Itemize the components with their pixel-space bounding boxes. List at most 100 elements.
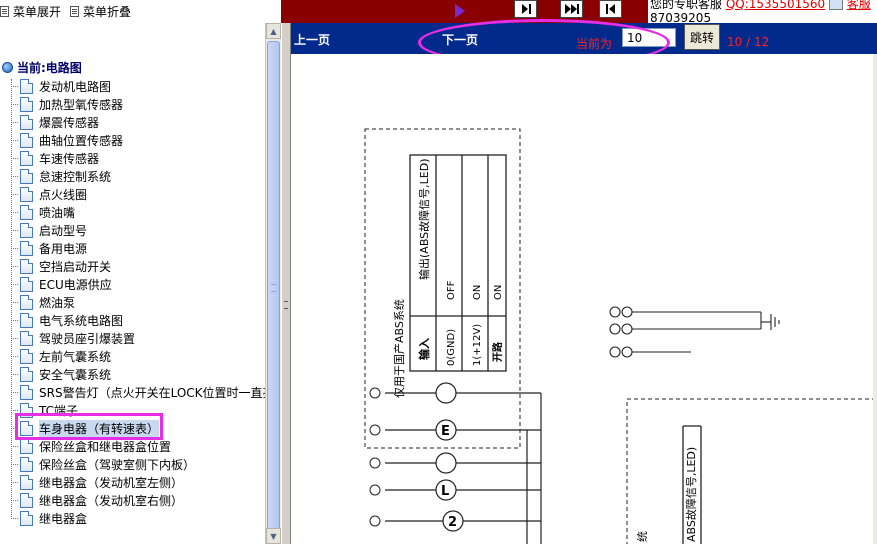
sidebar-item[interactable]: 车速传感器 — [11, 149, 99, 167]
globe-icon — [2, 62, 13, 73]
sidebar-item-label: 车速传感器 — [39, 151, 100, 166]
sidebar-item-label: 驾驶员座引爆装置 — [39, 331, 136, 346]
dashed-box-abs-2 — [626, 398, 877, 547]
sidebar-item[interactable]: 继电器盒（发动机室右侧） — [11, 491, 183, 509]
page-icon — [20, 240, 33, 256]
tree-connector — [11, 373, 18, 375]
expand-menu-button[interactable]: 菜单展开 — [0, 3, 61, 20]
page-icon — [20, 276, 33, 292]
qq-link[interactable]: QQ:1535501560 — [726, 0, 825, 11]
sidebar-item-label: 左前气囊系统 — [39, 349, 112, 364]
scroll-down-button[interactable]: ▼ — [266, 528, 281, 544]
table-header-output: 输出(ABS故障信号,LED) — [417, 159, 431, 281]
page-icon — [20, 474, 33, 490]
scroll-thumb[interactable] — [267, 41, 280, 536]
tree-connector — [11, 463, 18, 465]
jump-button[interactable]: 跳转 — [684, 24, 720, 50]
page-icon — [20, 384, 33, 400]
page-icon — [20, 132, 33, 148]
page-icon — [20, 186, 33, 202]
tree-connector — [11, 121, 18, 123]
sidebar-item[interactable]: 左前气囊系统 — [11, 347, 111, 365]
sidebar-item[interactable]: 发动机电路图 — [11, 77, 111, 95]
table-header-input: 输入 — [417, 338, 431, 360]
tree-root-label: 当前:电路图 — [17, 61, 82, 75]
sidebar-item[interactable]: 电气系统电路图 — [11, 311, 123, 329]
tree-connector — [11, 157, 18, 159]
page-icon — [20, 114, 33, 130]
tree-connector — [11, 517, 18, 519]
abs-box2-tail: 统 — [636, 531, 649, 542]
sidebar-item[interactable]: 怠速控制系统 — [11, 167, 111, 185]
tree-connector — [11, 481, 18, 483]
rewind-button[interactable] — [599, 0, 622, 18]
pane-splitter[interactable] — [281, 23, 291, 544]
sidebar-item[interactable]: 空挡启动开关 — [11, 257, 111, 275]
page-icon — [20, 294, 33, 310]
sidebar-item[interactable]: 加热型氧传感器 — [11, 95, 123, 113]
tree-connector — [11, 391, 18, 393]
page-icon — [20, 150, 33, 166]
play-indicator-icon — [455, 4, 465, 18]
sidebar-item[interactable]: 曲轴位置传感器 — [11, 131, 123, 149]
table-row3-output: ON — [493, 285, 504, 300]
sidebar-item-label: 继电器盒 — [39, 511, 88, 526]
sidebar-item[interactable]: 备用电源 — [11, 239, 87, 257]
sidebar-item-label: 继电器盒（发动机室右侧） — [39, 493, 184, 508]
tree-connector — [11, 319, 18, 321]
next-frame-button[interactable] — [514, 0, 537, 18]
sidebar-item[interactable]: 启动型号 — [11, 221, 87, 239]
tree-connector — [11, 247, 18, 249]
sidebar-item[interactable]: 驾驶员座引爆装置 — [11, 329, 135, 347]
sidebar-item[interactable]: SRS警告灯（点火开关在LOCK位置时一直亮 — [11, 383, 265, 401]
sidebar-scrollbar[interactable]: ▲ ▼ — [265, 23, 282, 544]
tree-connector — [11, 301, 18, 303]
viewer-scrollbar[interactable] — [873, 54, 877, 544]
sidebar-item-label: 保险丝盒和继电器盒位置 — [39, 439, 172, 454]
tree-connector — [11, 355, 18, 357]
highlight-annotation — [15, 413, 163, 440]
collapse-menu-button[interactable]: 菜单折叠 — [70, 3, 131, 20]
service-link[interactable]: 客服 — [847, 0, 871, 11]
tree-connector — [11, 139, 18, 141]
tree-connector — [11, 265, 18, 267]
sidebar-item[interactable]: 继电器盒 — [11, 509, 87, 527]
page-icon — [20, 204, 33, 220]
sidebar-item[interactable]: 喷油嘴 — [11, 203, 75, 221]
splitter-grip-icon — [284, 301, 288, 309]
page-icon — [20, 96, 33, 112]
sidebar-item[interactable]: 继电器盒（发动机室左侧） — [11, 473, 183, 491]
sidebar-item[interactable]: 保险丝盒（驾驶室侧下内板） — [11, 455, 195, 473]
table-row1-input: 0(GND) — [446, 329, 457, 366]
sidebar-tree: 当前:电路图 发动机电路图 加热型氧传感器 爆震传感器曲轴位置传感器 车速传感器怠速控… — [0, 23, 265, 544]
page-icon — [20, 78, 33, 94]
scroll-up-button[interactable]: ▲ — [266, 23, 281, 39]
sidebar-item-label: 发动机电路图 — [39, 79, 112, 94]
sidebar-item-label: SRS警告灯（点火开关在LOCK位置时一直亮 — [39, 385, 265, 400]
sidebar-item[interactable]: 爆震传感器 — [11, 113, 99, 131]
sidebar-item[interactable]: ECU电源供应 — [11, 275, 112, 293]
tree-connector — [11, 229, 18, 231]
sidebar-item-label: 曲轴位置传感器 — [39, 133, 124, 148]
sidebar-item-label: 电气系统电路图 — [39, 313, 124, 328]
page-icon — [20, 348, 33, 364]
tree-root[interactable]: 当前:电路图 — [2, 59, 82, 76]
symbol-l: L — [441, 484, 449, 499]
sidebar-item-label: 继电器盒（发动机室左侧） — [39, 475, 184, 490]
page-icon — [20, 330, 33, 346]
sidebar-item[interactable]: 安全气囊系统 — [11, 365, 111, 383]
sidebar-item[interactable]: 燃油泵 — [11, 293, 75, 311]
fast-forward-button[interactable] — [560, 0, 583, 18]
tree-connector — [11, 283, 18, 285]
prev-page-link[interactable]: 上一页 — [294, 31, 330, 48]
rewind-icon — [605, 4, 615, 14]
expand-menu-label: 菜单展开 — [13, 5, 62, 19]
sidebar-item[interactable]: 点火线圈 — [11, 185, 87, 203]
sidebar-item-label: 怠速控制系统 — [39, 169, 112, 184]
page-icon — [20, 258, 33, 274]
chat-icon — [828, 0, 843, 10]
tree-connector — [11, 193, 18, 195]
symbol-e: E — [441, 424, 450, 439]
circuit-diagram: 仅用于国产ABS系统 输出(ABS故障信号,LED) 输入 OFF 0(GND)… — [364, 128, 877, 547]
sidebar-item-label: ECU电源供应 — [39, 277, 112, 292]
